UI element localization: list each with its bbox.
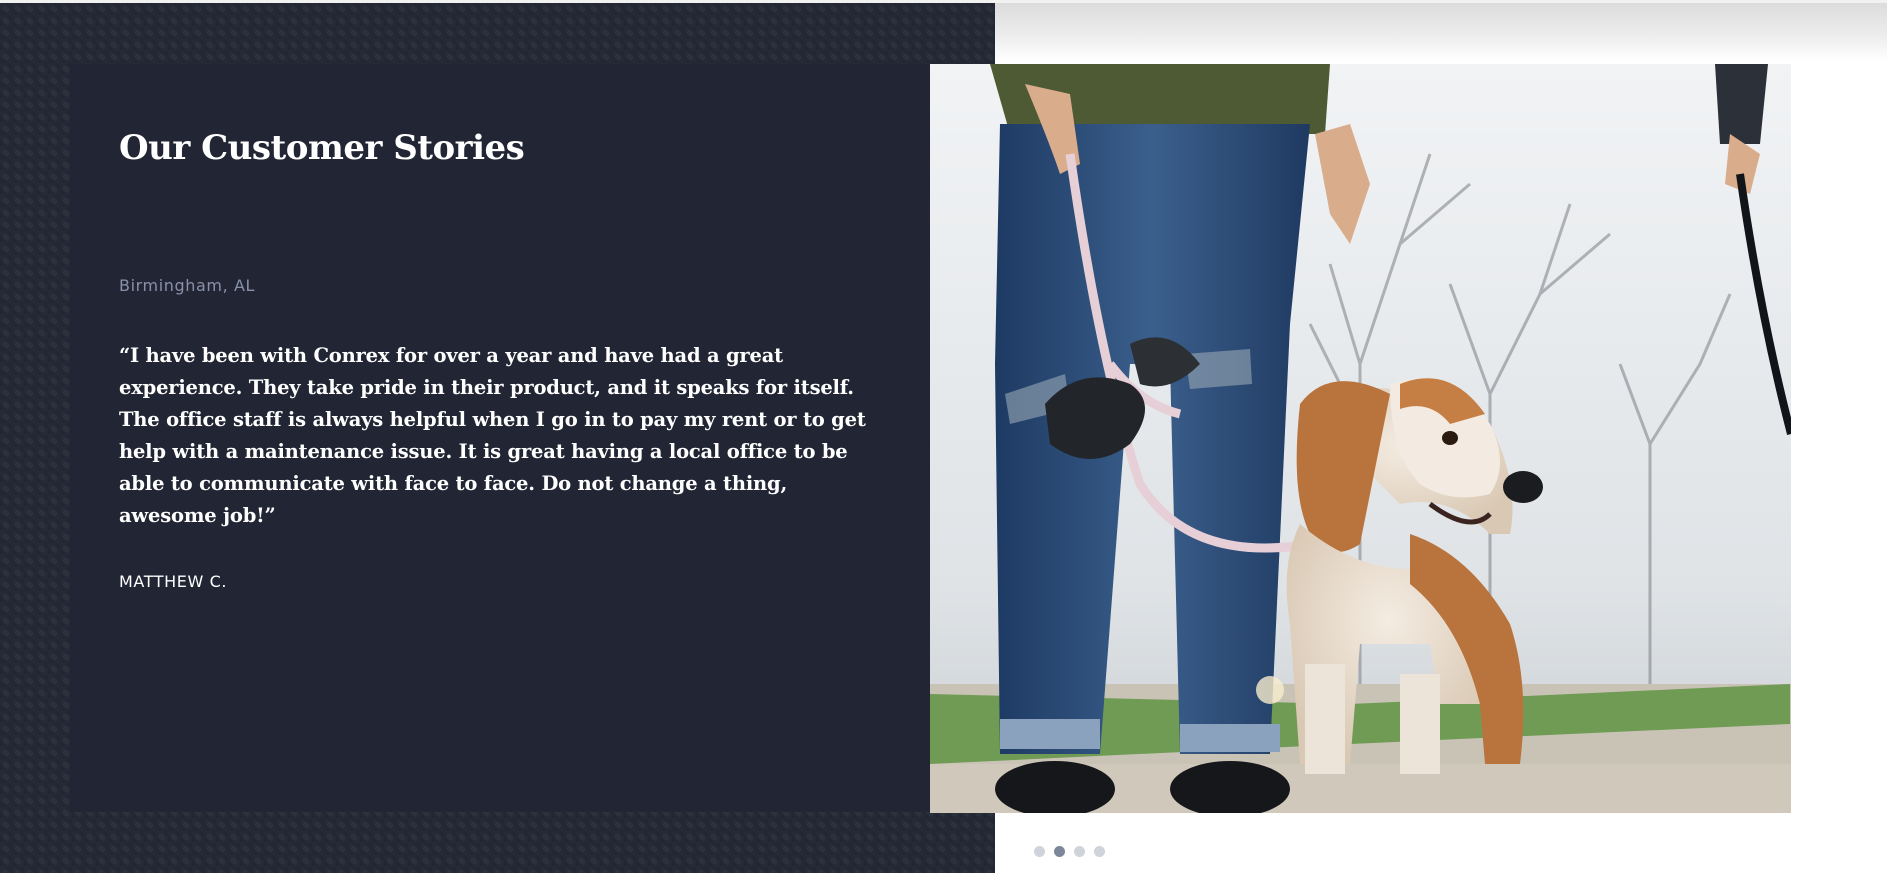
carousel-dots	[1034, 846, 1105, 857]
carousel-dot-2[interactable]	[1054, 846, 1065, 857]
carousel-dot-4[interactable]	[1094, 846, 1105, 857]
dog-walk-photo	[930, 64, 1791, 813]
page: Our Customer Stories Birmingham, AL “I h…	[0, 0, 1887, 879]
testimonial-location: Birmingham, AL	[119, 276, 256, 295]
testimonial-quote: “I have been with Conrex for over a year…	[119, 344, 866, 527]
section-title: Our Customer Stories	[119, 128, 525, 168]
header-shadow	[995, 3, 1887, 61]
carousel-dot-1[interactable]	[1034, 846, 1045, 857]
testimonial-photo	[930, 64, 1791, 813]
carousel-dot-3[interactable]	[1074, 846, 1085, 857]
testimonial-author: MATTHEW C.	[119, 572, 228, 591]
